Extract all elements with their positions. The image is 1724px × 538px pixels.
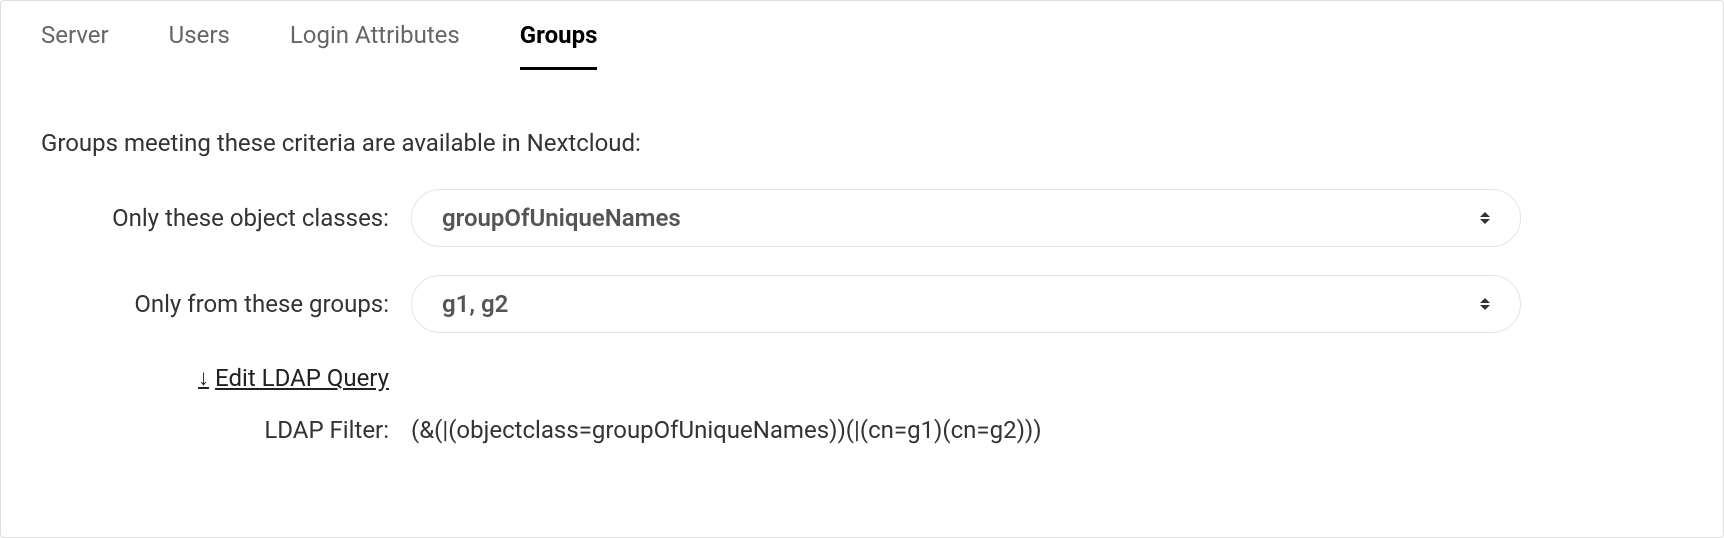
groups-row: Only from these groups: g1, g2 [41,275,1683,333]
edit-ldap-query-text: Edit LDAP Query [215,364,389,392]
tab-groups[interactable]: Groups [520,21,598,70]
sort-caret-icon [1480,298,1490,310]
ldap-filter-row: LDAP Filter: (&(|(objectclass=groupOfUni… [41,416,1683,444]
ldap-filter-label: LDAP Filter: [41,416,411,444]
sort-caret-icon [1480,212,1490,224]
object-classes-row: Only these object classes: groupOfUnique… [41,189,1683,247]
tab-users[interactable]: Users [169,21,230,70]
edit-query-row: ↓ Edit LDAP Query [41,363,1683,392]
ldap-settings-panel: Server Users Login Attributes Groups Gro… [0,0,1724,538]
groups-value: g1, g2 [442,290,508,318]
groups-select[interactable]: g1, g2 [411,275,1521,333]
tab-server[interactable]: Server [41,21,109,70]
tab-login-attributes[interactable]: Login Attributes [290,21,460,70]
groups-label: Only from these groups: [41,290,411,318]
arrow-down-icon: ↓ [198,365,209,391]
object-classes-select[interactable]: groupOfUniqueNames [411,189,1521,247]
intro-text: Groups meeting these criteria are availa… [41,129,1683,157]
object-classes-value: groupOfUniqueNames [442,204,681,232]
groups-tab-content: Groups meeting these criteria are availa… [1,69,1723,484]
object-classes-label: Only these object classes: [41,204,411,232]
settings-tabs: Server Users Login Attributes Groups [1,1,1723,69]
edit-ldap-query-link[interactable]: ↓ Edit LDAP Query [198,364,389,392]
ldap-filter-value: (&(|(objectclass=groupOfUniqueNames))(|(… [411,416,1042,444]
